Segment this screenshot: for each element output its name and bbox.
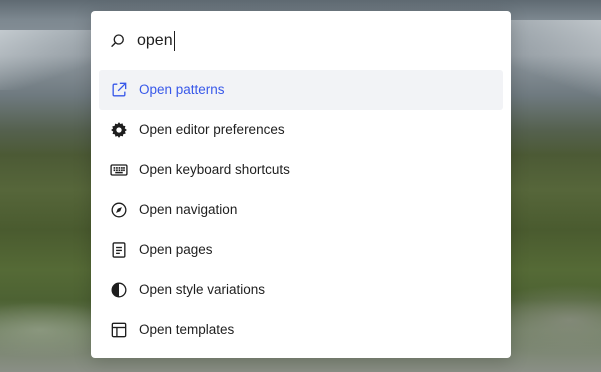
- half-circle-contrast-icon: [111, 282, 127, 298]
- command-open-style-variations[interactable]: Open style variations: [99, 270, 503, 310]
- search-query: open: [137, 32, 173, 49]
- command-label: Open pages: [139, 242, 213, 257]
- command-open-editor-preferences[interactable]: Open editor preferences: [99, 110, 503, 150]
- command-open-navigation[interactable]: Open navigation: [99, 190, 503, 230]
- background-snow-left: [0, 30, 100, 90]
- background-snow-right: [510, 20, 601, 100]
- compass-icon: [111, 202, 127, 218]
- command-palette: open Open patterns Open editor preferenc…: [91, 11, 511, 358]
- command-label: Open editor preferences: [139, 122, 285, 137]
- command-label: Open keyboard shortcuts: [139, 162, 290, 177]
- command-label: Open templates: [139, 322, 235, 337]
- external-link-icon: [112, 82, 127, 97]
- gear-icon: [111, 122, 127, 138]
- command-label: Open patterns: [139, 82, 225, 97]
- command-list: Open patterns Open editor preferences Op…: [99, 70, 503, 350]
- keyboard-icon: [110, 164, 128, 176]
- page-icon: [112, 242, 126, 258]
- command-label: Open style variations: [139, 282, 266, 297]
- search-row: open: [91, 11, 511, 69]
- search-input[interactable]: open: [137, 29, 175, 53]
- command-open-keyboard-shortcuts[interactable]: Open keyboard shortcuts: [99, 150, 503, 190]
- command-label: Open navigation: [139, 202, 238, 217]
- command-open-templates[interactable]: Open templates: [99, 310, 503, 350]
- text-caret: [173, 31, 175, 51]
- search-icon: [111, 34, 124, 47]
- layout-icon: [111, 322, 127, 338]
- command-open-patterns[interactable]: Open patterns: [99, 70, 503, 110]
- command-open-pages[interactable]: Open pages: [99, 230, 503, 270]
